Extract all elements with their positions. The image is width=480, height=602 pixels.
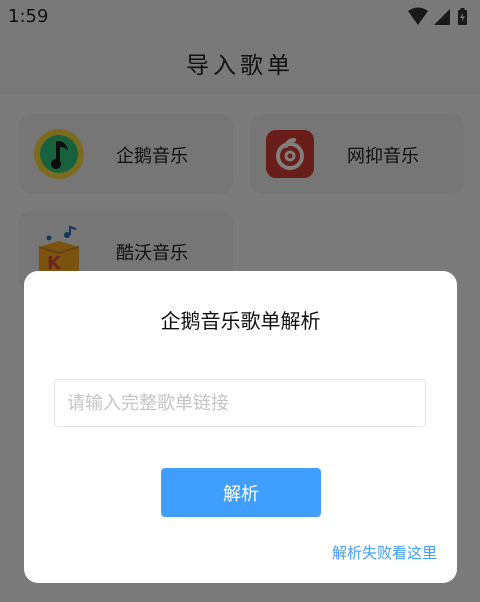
playlist-parse-dialog: 企鹅音乐歌单解析 解析 解析失败看这里 xyxy=(24,271,457,583)
dialog-title: 企鹅音乐歌单解析 xyxy=(160,309,321,333)
parse-button[interactable]: 解析 xyxy=(161,468,321,517)
app-screen: 1:59 导入歌单 企鹅音乐 网抑音乐 xyxy=(0,0,480,602)
playlist-url-input[interactable] xyxy=(54,379,426,427)
parse-failure-help-link[interactable]: 解析失败看这里 xyxy=(332,542,437,563)
